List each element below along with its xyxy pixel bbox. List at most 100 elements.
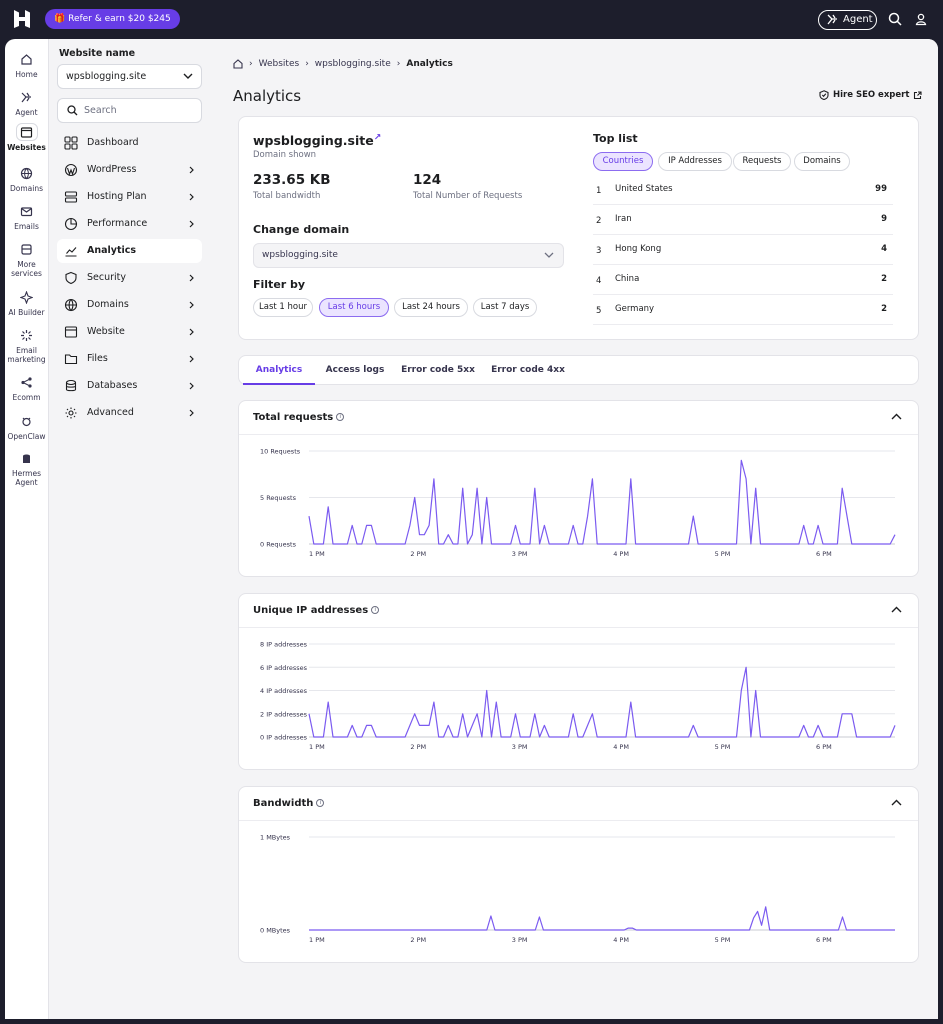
chevron-right-icon <box>189 409 194 417</box>
toplist-country: Iran <box>615 214 632 224</box>
sidebar-item-performance[interactable]: Performance <box>57 212 202 236</box>
x-tick-label: 5 PM <box>715 550 731 558</box>
main-content: › Websites › wpsblogging.site › Analytic… <box>209 39 938 1024</box>
x-tick-label: 4 PM <box>613 550 629 558</box>
rail-home[interactable]: Home <box>5 50 48 79</box>
breadcrumb-site[interactable]: wpsblogging.site <box>315 59 391 69</box>
summary-card: wpsblogging.site↗ Domain shown 233.65 KB… <box>238 116 919 340</box>
sparkle-icon <box>20 290 33 304</box>
info-icon[interactable]: i <box>371 606 380 614</box>
chart-header[interactable]: Total requests i <box>239 401 918 435</box>
unique-ip-card: Unique IP addresses i 0 IP addresses 2 IP … <box>238 593 919 770</box>
x-tick-label: 3 PM <box>512 936 528 944</box>
toplist-rank: 4 <box>596 276 602 286</box>
globe-icon <box>64 298 78 312</box>
promo-badge[interactable]: 🎁 Refer & earn $20 $245 <box>45 9 180 29</box>
sidebar-item-advanced[interactable]: Advanced <box>57 401 202 425</box>
y-tick-label: 8 IP addresses <box>260 641 308 649</box>
toplist-tab-requests[interactable]: Requests <box>733 152 791 171</box>
filter-last-24-hours[interactable]: Last 24 hours <box>394 298 468 317</box>
toplist-country: United States <box>615 184 673 194</box>
toplist-tab-countries[interactable]: Countries <box>593 152 653 171</box>
breadcrumb-websites[interactable]: Websites <box>259 59 300 69</box>
sidebar-item-label: Analytics <box>87 245 137 256</box>
sidebar-item-domains[interactable]: Domains <box>57 293 202 317</box>
sidebar-item-hosting-plan[interactable]: Hosting Plan <box>57 185 202 209</box>
toplist-rank: 5 <box>596 306 602 316</box>
breadcrumb-separator: › <box>305 59 309 69</box>
rail-openclaw[interactable]: OpenClaw <box>5 412 48 441</box>
rail-ai-builder[interactable]: AI Builder <box>5 288 48 317</box>
toplist-row: 3 Hong Kong 4 <box>593 235 893 265</box>
toplist-country: Hong Kong <box>615 244 662 254</box>
toplist-rank: 2 <box>596 216 602 226</box>
agent-icon <box>21 92 31 102</box>
page-title: Analytics <box>233 87 302 105</box>
chart-title: Total requests i <box>253 412 345 423</box>
sidebar-item-dashboard[interactable]: Dashboard <box>57 131 202 155</box>
sidebar-item-analytics[interactable]: Analytics <box>57 239 202 263</box>
claw-icon <box>22 417 31 426</box>
sidebar-item-wordpress[interactable]: WordPress <box>57 158 202 182</box>
chevron-down-icon <box>183 73 193 79</box>
search-icon[interactable] <box>887 11 903 27</box>
box-icon <box>21 243 32 255</box>
tab-error-5xx[interactable]: Error code 5xx <box>397 356 479 385</box>
toplist-row: 4 China 2 <box>593 265 893 295</box>
toplist-tab-domains[interactable]: Domains <box>794 152 850 171</box>
chevron-up-icon[interactable] <box>891 606 902 613</box>
x-tick-label: 5 PM <box>715 936 731 944</box>
chevron-up-icon[interactable] <box>891 799 902 806</box>
bandwidth-label: Total bandwidth <box>253 191 321 201</box>
info-icon[interactable]: i <box>316 799 325 807</box>
tab-analytics[interactable]: Analytics <box>243 356 315 385</box>
sidebar-search-input[interactable]: Search <box>57 98 202 123</box>
domain-name[interactable]: wpsblogging.site↗ <box>253 133 381 148</box>
search-icon <box>67 105 78 116</box>
tab-error-4xx[interactable]: Error code 4xx <box>487 356 569 385</box>
series-line <box>308 459 896 545</box>
agent-button[interactable]: Agent <box>818 10 877 30</box>
home-icon[interactable] <box>233 59 243 69</box>
filter-last-1-hour[interactable]: Last 1 hour <box>253 298 313 317</box>
toplist-tab-ip-addresses[interactable]: IP Addresses <box>658 152 732 171</box>
rail-agent[interactable]: Agent <box>5 88 48 117</box>
filter-last-6-hours[interactable]: Last 6 hours <box>319 298 389 317</box>
info-icon[interactable]: i <box>336 413 345 421</box>
rail-email-marketing[interactable]: Email marketing <box>5 326 48 364</box>
x-tick-label: 1 PM <box>309 743 325 751</box>
mail-icon <box>20 206 33 216</box>
domain-select[interactable]: wpsblogging.site <box>253 243 564 268</box>
chevron-up-icon[interactable] <box>891 413 902 420</box>
account-icon[interactable] <box>913 11 929 27</box>
website-select[interactable]: wpsblogging.site <box>57 64 202 89</box>
toplist-value: 9 <box>881 214 887 224</box>
bandwidth-value: 233.65 KB <box>253 172 331 188</box>
rail-more-services[interactable]: More services <box>5 240 48 278</box>
toplist-country: China <box>615 274 640 284</box>
sidebar-item-databases[interactable]: Databases <box>57 374 202 398</box>
x-tick-label: 2 PM <box>410 743 426 751</box>
rail-emails[interactable]: Emails <box>5 202 48 231</box>
bottom-bar <box>0 1019 943 1024</box>
chart-header[interactable]: Unique IP addresses i <box>239 594 918 628</box>
sidebar-item-website[interactable]: Website <box>57 320 202 344</box>
sidebar-item-files[interactable]: Files <box>57 347 202 371</box>
sidebar-item-label: Website <box>87 326 125 337</box>
toplist-row: 5 Germany 2 <box>593 295 893 325</box>
hostinger-logo-icon[interactable] <box>12 9 32 29</box>
bandwidth-card: Bandwidth i 0 MBytes 1 MBytes 1 PM 2 PM 3 PM 4… <box>238 786 919 963</box>
x-tick-label: 6 PM <box>816 550 832 558</box>
toplist-row: 2 Iran 9 <box>593 205 893 235</box>
filter-last-7-days[interactable]: Last 7 days <box>473 298 537 317</box>
x-tick-label: 4 PM <box>613 743 629 751</box>
rail-domains[interactable]: Domains <box>5 164 48 193</box>
rail-websites[interactable]: Websites <box>5 123 48 152</box>
sidebar-item-security[interactable]: Security <box>57 266 202 290</box>
rail-ecomm[interactable]: Ecomm <box>5 373 48 402</box>
chart-header[interactable]: Bandwidth i <box>239 787 918 821</box>
app-shell: Home Agent Websites Domains Emails More … <box>5 39 938 1024</box>
rail-hermes-agent[interactable]: Hermes Agent <box>5 449 48 487</box>
hire-seo-expert-link[interactable]: Hire SEO expert <box>819 90 922 100</box>
tab-access-logs[interactable]: Access logs <box>319 356 391 385</box>
